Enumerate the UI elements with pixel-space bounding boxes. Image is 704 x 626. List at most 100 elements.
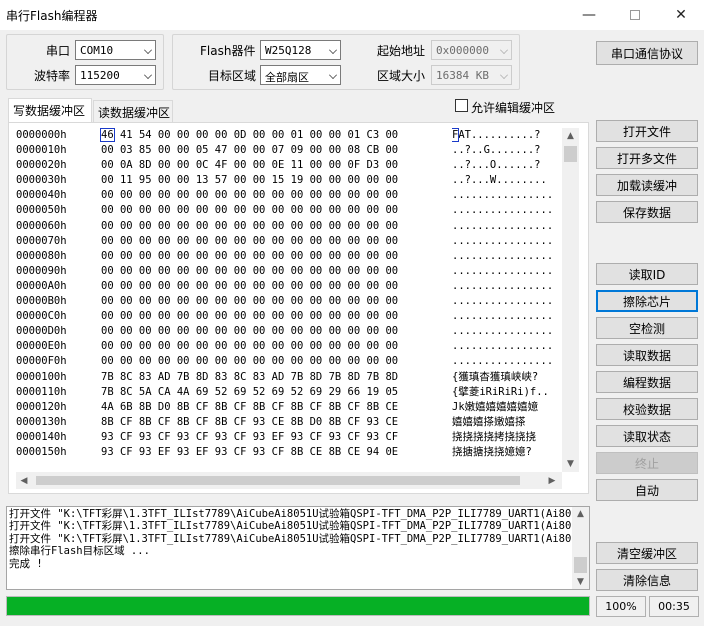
- hex-row-ascii[interactable]: ................: [452, 249, 562, 264]
- hex-row-ascii[interactable]: {擘菱iRiRiRi)f..: [452, 385, 562, 400]
- hex-row-ascii[interactable]: ................: [452, 234, 562, 249]
- open-multi-file-button[interactable]: 打开多文件: [596, 147, 698, 169]
- hex-vertical-thumb[interactable]: [564, 146, 577, 162]
- hex-row[interactable]: 0000110h 7B 8C 5A CA 4A 69 52 69 52 69 52…: [16, 385, 562, 400]
- hex-row-ascii[interactable]: 挠搪搪挠挠嬑嬑?: [452, 445, 562, 460]
- hex-row[interactable]: 0000100h 7B 8C 83 AD 7B 8D 83 8C 83 AD 7B…: [16, 370, 562, 385]
- hex-row[interactable]: 0000150h 93 CF 93 EF 93 EF 93 CF 93 CF 8B…: [16, 445, 562, 460]
- read-status-button[interactable]: 读取状态: [596, 425, 698, 447]
- hex-row-bytes[interactable]: 8B CF 8B CF 8B CF 8B CF 93 CE 8B D0 8B C…: [101, 415, 452, 430]
- hex-row-bytes[interactable]: 7B 8C 83 AD 7B 8D 83 8C 83 AD 7B 8D 7B 8…: [101, 370, 452, 385]
- hex-row[interactable]: 0000040h 00 00 00 00 00 00 00 00 00 00 00…: [16, 188, 562, 203]
- hex-row-ascii[interactable]: ................: [452, 324, 562, 339]
- scroll-left-icon[interactable]: ◀: [17, 473, 31, 488]
- hex-row-bytes[interactable]: 00 00 00 00 00 00 00 00 00 00 00 00 00 0…: [101, 309, 452, 324]
- hex-row[interactable]: 00000B0h 00 00 00 00 00 00 00 00 00 00 00…: [16, 294, 562, 309]
- stop-button[interactable]: 终止: [596, 452, 698, 474]
- hex-row-bytes[interactable]: 93 CF 93 CF 93 CF 93 CF 93 EF 93 CF 93 C…: [101, 430, 452, 445]
- hex-row[interactable]: 0000080h 00 00 00 00 00 00 00 00 00 00 00…: [16, 249, 562, 264]
- hex-row[interactable]: 0000020h 00 0A 8D 00 00 0C 4F 00 00 0E 11…: [16, 158, 562, 173]
- program-data-button[interactable]: 编程数据: [596, 371, 698, 393]
- hex-row[interactable]: 0000130h 8B CF 8B CF 8B CF 8B CF 93 CE 8B…: [16, 415, 562, 430]
- hex-row[interactable]: 0000070h 00 00 00 00 00 00 00 00 00 00 00…: [16, 234, 562, 249]
- hex-row-ascii[interactable]: Jk嫩嬉嬉嬉嬉嬉嬑: [452, 400, 562, 415]
- hex-row-ascii[interactable]: ................: [452, 339, 562, 354]
- close-button[interactable]: ✕: [658, 0, 704, 30]
- tab-write-buffer[interactable]: 写数据缓冲区: [8, 98, 92, 122]
- log-text[interactable]: 打开文件 "K:\TFT彩屏\1.3TFT_ILIst7789\AiCubeAi…: [9, 508, 571, 586]
- hex-row[interactable]: 0000120h 4A 6B 8B D0 8B CF 8B CF 8B CF 8B…: [16, 400, 562, 415]
- hex-row-bytes[interactable]: 00 00 00 00 00 00 00 00 00 00 00 00 00 0…: [101, 294, 452, 309]
- minimize-button[interactable]: —: [566, 0, 612, 30]
- hex-row-bytes[interactable]: 93 CF 93 EF 93 EF 93 CF 93 CF 8B CE 8B C…: [101, 445, 452, 460]
- hex-row-ascii[interactable]: ................: [452, 188, 562, 203]
- hex-row-ascii[interactable]: ................: [452, 264, 562, 279]
- hex-row-bytes[interactable]: 00 0A 8D 00 00 0C 4F 00 00 0E 11 00 00 0…: [101, 158, 452, 173]
- erase-chip-button[interactable]: 擦除芯片: [596, 290, 698, 312]
- hex-row-ascii[interactable]: ................: [452, 294, 562, 309]
- hex-row[interactable]: 00000D0h 00 00 00 00 00 00 00 00 00 00 00…: [16, 324, 562, 339]
- hex-row[interactable]: 00000C0h 00 00 00 00 00 00 00 00 00 00 00…: [16, 309, 562, 324]
- hex-row-bytes[interactable]: 4A 6B 8B D0 8B CF 8B CF 8B CF 8B CF 8B C…: [101, 400, 452, 415]
- tab-read-buffer[interactable]: 读数据缓冲区: [93, 100, 173, 122]
- hex-row[interactable]: 0000030h 00 11 95 00 00 13 57 00 00 15 19…: [16, 173, 562, 188]
- hex-row[interactable]: 00000E0h 00 00 00 00 00 00 00 00 00 00 00…: [16, 339, 562, 354]
- hex-row-bytes[interactable]: 00 00 00 00 00 00 00 00 00 00 00 00 00 0…: [101, 203, 452, 218]
- read-id-button[interactable]: 读取ID: [596, 263, 698, 285]
- hex-row[interactable]: 0000010h 00 03 85 00 00 05 47 00 00 07 09…: [16, 143, 562, 158]
- hex-row[interactable]: 0000090h 00 00 00 00 00 00 00 00 00 00 00…: [16, 264, 562, 279]
- hex-row-bytes[interactable]: 46 41 54 00 00 00 00 0D 00 00 01 00 00 0…: [100, 128, 452, 143]
- hex-row-ascii[interactable]: ..?..G.......?: [452, 143, 562, 158]
- hex-row-bytes[interactable]: 00 11 95 00 00 13 57 00 00 15 19 00 00 0…: [101, 173, 452, 188]
- hex-vertical-scrollbar[interactable]: [562, 128, 579, 472]
- hex-row[interactable]: 00000F0h 00 00 00 00 00 00 00 00 00 00 00…: [16, 354, 562, 369]
- hex-row[interactable]: 0000060h 00 00 00 00 00 00 00 00 00 00 00…: [16, 219, 562, 234]
- clear-info-button[interactable]: 清除信息: [596, 569, 698, 591]
- hex-horizontal-thumb[interactable]: [36, 476, 520, 485]
- hex-row-ascii[interactable]: FAT..........?: [452, 128, 562, 143]
- save-data-button[interactable]: 保存数据: [596, 201, 698, 223]
- allow-edit-checkbox[interactable]: [455, 99, 468, 112]
- hex-row[interactable]: 0000050h 00 00 00 00 00 00 00 00 00 00 00…: [16, 203, 562, 218]
- hex-row-bytes[interactable]: 00 00 00 00 00 00 00 00 00 00 00 00 00 0…: [101, 354, 452, 369]
- load-read-buffer-button[interactable]: 加载读缓冲: [596, 174, 698, 196]
- hex-row-ascii[interactable]: ................: [452, 354, 562, 369]
- scroll-up-icon[interactable]: ▲: [572, 508, 589, 520]
- blank-check-button[interactable]: 空检测: [596, 317, 698, 339]
- hex-row[interactable]: 0000140h 93 CF 93 CF 93 CF 93 CF 93 EF 93…: [16, 430, 562, 445]
- open-file-button[interactable]: 打开文件: [596, 120, 698, 142]
- hex-row-ascii[interactable]: ................: [452, 203, 562, 218]
- hex-row-bytes[interactable]: 00 00 00 00 00 00 00 00 00 00 00 00 00 0…: [101, 234, 452, 249]
- hex-row-ascii[interactable]: ................: [452, 309, 562, 324]
- hex-editor[interactable]: 0000000h 46 41 54 00 00 00 00 0D 00 00 01…: [16, 128, 562, 472]
- target-area-select[interactable]: 全部扇区: [260, 65, 341, 85]
- hex-row-bytes[interactable]: 7B 8C 5A CA 4A 69 52 69 52 69 52 69 29 6…: [101, 385, 452, 400]
- clear-buffer-button[interactable]: 清空缓冲区: [596, 542, 698, 564]
- hex-row-bytes[interactable]: 00 00 00 00 00 00 00 00 00 00 00 00 00 0…: [101, 249, 452, 264]
- hex-row-bytes[interactable]: 00 00 00 00 00 00 00 00 00 00 00 00 00 0…: [101, 279, 452, 294]
- verify-data-button[interactable]: 校验数据: [596, 398, 698, 420]
- hex-row-bytes[interactable]: 00 00 00 00 00 00 00 00 00 00 00 00 00 0…: [101, 264, 452, 279]
- hex-row-ascii[interactable]: {獲瑱杳獲瑱峡峡?: [452, 370, 562, 385]
- hex-row-ascii[interactable]: ..?...O......?: [452, 158, 562, 173]
- hex-row-bytes[interactable]: 00 00 00 00 00 00 00 00 00 00 00 00 00 0…: [101, 188, 452, 203]
- hex-row[interactable]: 0000000h 46 41 54 00 00 00 00 0D 00 00 01…: [16, 128, 562, 143]
- hex-row-ascii[interactable]: 嬉嬉嬉搽嫩嬉搽: [452, 415, 562, 430]
- hex-row[interactable]: 00000A0h 00 00 00 00 00 00 00 00 00 00 00…: [16, 279, 562, 294]
- hex-row-bytes[interactable]: 00 00 00 00 00 00 00 00 00 00 00 00 00 0…: [101, 219, 452, 234]
- flash-device-select[interactable]: W25Q128: [260, 40, 341, 60]
- read-data-button[interactable]: 读取数据: [596, 344, 698, 366]
- maximize-button[interactable]: [612, 0, 658, 30]
- serial-protocol-button[interactable]: 串口通信协议: [596, 41, 698, 65]
- hex-row-ascii[interactable]: ................: [452, 279, 562, 294]
- scroll-down-icon[interactable]: ▼: [562, 457, 579, 471]
- scroll-down-icon[interactable]: ▼: [572, 576, 589, 588]
- auto-button[interactable]: 自动: [596, 479, 698, 501]
- port-select[interactable]: COM10: [75, 40, 156, 60]
- scroll-right-icon[interactable]: ▶: [545, 473, 559, 488]
- baud-select[interactable]: 115200: [75, 65, 156, 85]
- scroll-up-icon[interactable]: ▲: [562, 129, 579, 143]
- hex-row-bytes[interactable]: 00 03 85 00 00 05 47 00 00 07 09 00 00 0…: [101, 143, 452, 158]
- log-vertical-thumb[interactable]: [574, 557, 587, 573]
- hex-row-bytes[interactable]: 00 00 00 00 00 00 00 00 00 00 00 00 00 0…: [101, 324, 452, 339]
